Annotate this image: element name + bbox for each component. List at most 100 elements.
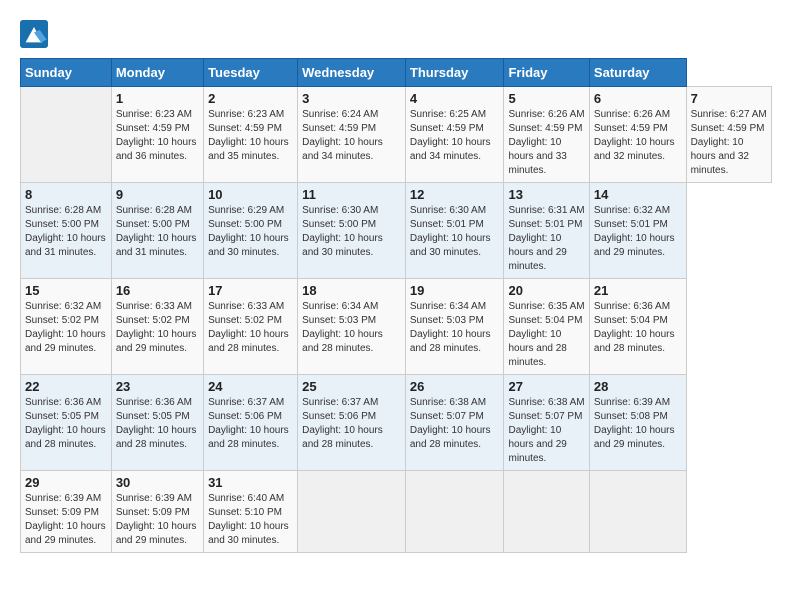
calendar-week-row: 22 Sunrise: 6:36 AM Sunset: 5:05 PM Dayl… (21, 375, 772, 471)
day-info: Sunrise: 6:39 AM Sunset: 5:08 PM Dayligh… (594, 396, 682, 452)
day-number: 9 (116, 187, 199, 202)
day-info: Sunrise: 6:28 AM Sunset: 5:00 PM Dayligh… (116, 204, 199, 260)
day-info: Sunrise: 6:31 AM Sunset: 5:01 PM Dayligh… (508, 204, 584, 274)
day-number: 22 (25, 379, 107, 394)
day-info: Sunrise: 6:38 AM Sunset: 5:07 PM Dayligh… (508, 396, 584, 466)
day-info: Sunrise: 6:40 AM Sunset: 5:10 PM Dayligh… (208, 492, 293, 548)
day-number: 1 (116, 91, 199, 106)
calendar-cell: 31 Sunrise: 6:40 AM Sunset: 5:10 PM Dayl… (204, 471, 298, 553)
calendar-cell: 18 Sunrise: 6:34 AM Sunset: 5:03 PM Dayl… (298, 279, 406, 375)
calendar-cell: 2 Sunrise: 6:23 AM Sunset: 4:59 PM Dayli… (204, 87, 298, 183)
calendar-cell: 11 Sunrise: 6:30 AM Sunset: 5:00 PM Dayl… (298, 183, 406, 279)
day-number: 17 (208, 283, 293, 298)
day-number: 29 (25, 475, 107, 490)
day-info: Sunrise: 6:34 AM Sunset: 5:03 PM Dayligh… (410, 300, 500, 356)
day-info: Sunrise: 6:39 AM Sunset: 5:09 PM Dayligh… (116, 492, 199, 548)
calendar-cell: 3 Sunrise: 6:24 AM Sunset: 4:59 PM Dayli… (298, 87, 406, 183)
day-number: 12 (410, 187, 500, 202)
calendar-header-row: SundayMondayTuesdayWednesdayThursdayFrid… (21, 59, 772, 87)
calendar-cell: 7 Sunrise: 6:27 AM Sunset: 4:59 PM Dayli… (686, 87, 771, 183)
day-info: Sunrise: 6:27 AM Sunset: 4:59 PM Dayligh… (691, 108, 767, 178)
day-number: 23 (116, 379, 199, 394)
calendar-cell: 10 Sunrise: 6:29 AM Sunset: 5:00 PM Dayl… (204, 183, 298, 279)
day-info: Sunrise: 6:32 AM Sunset: 5:01 PM Dayligh… (594, 204, 682, 260)
calendar-cell: 8 Sunrise: 6:28 AM Sunset: 5:00 PM Dayli… (21, 183, 112, 279)
day-number: 6 (594, 91, 682, 106)
calendar-cell: 13 Sunrise: 6:31 AM Sunset: 5:01 PM Dayl… (504, 183, 589, 279)
day-info: Sunrise: 6:24 AM Sunset: 4:59 PM Dayligh… (302, 108, 401, 164)
calendar-cell (504, 471, 589, 553)
day-info: Sunrise: 6:33 AM Sunset: 5:02 PM Dayligh… (208, 300, 293, 356)
day-info: Sunrise: 6:30 AM Sunset: 5:01 PM Dayligh… (410, 204, 500, 260)
calendar-cell: 12 Sunrise: 6:30 AM Sunset: 5:01 PM Dayl… (405, 183, 504, 279)
day-info: Sunrise: 6:34 AM Sunset: 5:03 PM Dayligh… (302, 300, 401, 356)
calendar-cell: 21 Sunrise: 6:36 AM Sunset: 5:04 PM Dayl… (589, 279, 686, 375)
column-header-friday: Friday (504, 59, 589, 87)
calendar-cell: 19 Sunrise: 6:34 AM Sunset: 5:03 PM Dayl… (405, 279, 504, 375)
day-info: Sunrise: 6:26 AM Sunset: 4:59 PM Dayligh… (508, 108, 584, 178)
day-number: 14 (594, 187, 682, 202)
day-info: Sunrise: 6:35 AM Sunset: 5:04 PM Dayligh… (508, 300, 584, 370)
day-number: 2 (208, 91, 293, 106)
calendar-cell: 24 Sunrise: 6:37 AM Sunset: 5:06 PM Dayl… (204, 375, 298, 471)
day-info: Sunrise: 6:33 AM Sunset: 5:02 PM Dayligh… (116, 300, 199, 356)
calendar-cell: 28 Sunrise: 6:39 AM Sunset: 5:08 PM Dayl… (589, 375, 686, 471)
calendar-cell: 29 Sunrise: 6:39 AM Sunset: 5:09 PM Dayl… (21, 471, 112, 553)
day-info: Sunrise: 6:39 AM Sunset: 5:09 PM Dayligh… (25, 492, 107, 548)
day-number: 28 (594, 379, 682, 394)
calendar-cell: 20 Sunrise: 6:35 AM Sunset: 5:04 PM Dayl… (504, 279, 589, 375)
logo (20, 20, 50, 48)
day-info: Sunrise: 6:37 AM Sunset: 5:06 PM Dayligh… (208, 396, 293, 452)
calendar-table: SundayMondayTuesdayWednesdayThursdayFrid… (20, 58, 772, 553)
day-info: Sunrise: 6:38 AM Sunset: 5:07 PM Dayligh… (410, 396, 500, 452)
day-info: Sunrise: 6:36 AM Sunset: 5:04 PM Dayligh… (594, 300, 682, 356)
calendar-cell: 6 Sunrise: 6:26 AM Sunset: 4:59 PM Dayli… (589, 87, 686, 183)
day-number: 21 (594, 283, 682, 298)
calendar-cell: 5 Sunrise: 6:26 AM Sunset: 4:59 PM Dayli… (504, 87, 589, 183)
column-header-saturday: Saturday (589, 59, 686, 87)
day-number: 26 (410, 379, 500, 394)
calendar-cell (589, 471, 686, 553)
day-number: 30 (116, 475, 199, 490)
logo-icon (20, 20, 48, 48)
day-info: Sunrise: 6:26 AM Sunset: 4:59 PM Dayligh… (594, 108, 682, 164)
calendar-cell: 30 Sunrise: 6:39 AM Sunset: 5:09 PM Dayl… (111, 471, 203, 553)
day-info: Sunrise: 6:36 AM Sunset: 5:05 PM Dayligh… (116, 396, 199, 452)
day-number: 19 (410, 283, 500, 298)
day-info: Sunrise: 6:28 AM Sunset: 5:00 PM Dayligh… (25, 204, 107, 260)
calendar-week-row: 15 Sunrise: 6:32 AM Sunset: 5:02 PM Dayl… (21, 279, 772, 375)
calendar-cell: 9 Sunrise: 6:28 AM Sunset: 5:00 PM Dayli… (111, 183, 203, 279)
day-number: 25 (302, 379, 401, 394)
day-info: Sunrise: 6:32 AM Sunset: 5:02 PM Dayligh… (25, 300, 107, 356)
calendar-cell: 1 Sunrise: 6:23 AM Sunset: 4:59 PM Dayli… (111, 87, 203, 183)
column-header-sunday: Sunday (21, 59, 112, 87)
calendar-cell: 17 Sunrise: 6:33 AM Sunset: 5:02 PM Dayl… (204, 279, 298, 375)
day-info: Sunrise: 6:23 AM Sunset: 4:59 PM Dayligh… (208, 108, 293, 164)
calendar-cell: 14 Sunrise: 6:32 AM Sunset: 5:01 PM Dayl… (589, 183, 686, 279)
calendar-cell: 4 Sunrise: 6:25 AM Sunset: 4:59 PM Dayli… (405, 87, 504, 183)
calendar-cell: 23 Sunrise: 6:36 AM Sunset: 5:05 PM Dayl… (111, 375, 203, 471)
day-number: 4 (410, 91, 500, 106)
day-number: 3 (302, 91, 401, 106)
column-header-monday: Monday (111, 59, 203, 87)
day-number: 8 (25, 187, 107, 202)
column-header-thursday: Thursday (405, 59, 504, 87)
day-number: 18 (302, 283, 401, 298)
day-info: Sunrise: 6:29 AM Sunset: 5:00 PM Dayligh… (208, 204, 293, 260)
day-number: 20 (508, 283, 584, 298)
day-number: 16 (116, 283, 199, 298)
calendar-cell: 22 Sunrise: 6:36 AM Sunset: 5:05 PM Dayl… (21, 375, 112, 471)
calendar-cell (21, 87, 112, 183)
calendar-cell: 26 Sunrise: 6:38 AM Sunset: 5:07 PM Dayl… (405, 375, 504, 471)
day-number: 7 (691, 91, 767, 106)
column-header-tuesday: Tuesday (204, 59, 298, 87)
day-number: 24 (208, 379, 293, 394)
calendar-body: 1 Sunrise: 6:23 AM Sunset: 4:59 PM Dayli… (21, 87, 772, 553)
calendar-cell: 15 Sunrise: 6:32 AM Sunset: 5:02 PM Dayl… (21, 279, 112, 375)
calendar-week-row: 8 Sunrise: 6:28 AM Sunset: 5:00 PM Dayli… (21, 183, 772, 279)
column-header-wednesday: Wednesday (298, 59, 406, 87)
day-info: Sunrise: 6:23 AM Sunset: 4:59 PM Dayligh… (116, 108, 199, 164)
calendar-cell (298, 471, 406, 553)
day-number: 5 (508, 91, 584, 106)
day-info: Sunrise: 6:37 AM Sunset: 5:06 PM Dayligh… (302, 396, 401, 452)
